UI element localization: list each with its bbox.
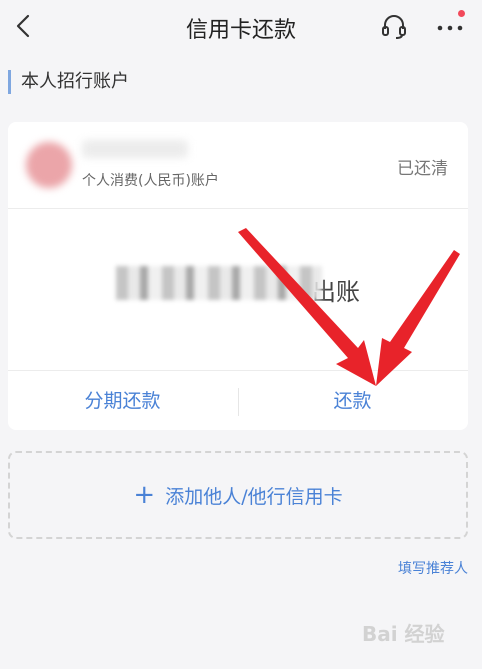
repayment-status: 已还清 <box>397 159 448 179</box>
account-name-redacted <box>82 140 188 158</box>
add-credit-card-button[interactable]: + 添加他人/他行信用卡 <box>8 451 468 539</box>
account-type-label: 个人消费(人民币)账户 <box>82 173 219 189</box>
add-card-label: 添加他人/他行信用卡 <box>165 485 343 508</box>
account-card: 个人消费(人民币)账户 已还清 出账 分期还款 还款 <box>8 122 468 430</box>
plus-icon: + <box>133 480 156 510</box>
watermark: Bai 经验 <box>362 622 445 646</box>
avatar <box>26 142 72 188</box>
headset-icon[interactable] <box>378 10 410 42</box>
section-title: 本人招行账户 <box>8 70 129 94</box>
divider <box>8 208 468 209</box>
divider <box>8 370 468 371</box>
bill-info-redacted <box>116 266 322 300</box>
installment-repay-button[interactable]: 分期还款 <box>8 378 237 424</box>
repay-button[interactable]: 还款 <box>238 378 467 424</box>
notification-dot <box>458 10 465 17</box>
navigation-bar: 信用卡还款 <box>0 0 482 52</box>
fill-referrer-link[interactable]: 填写推荐人 <box>398 558 468 578</box>
